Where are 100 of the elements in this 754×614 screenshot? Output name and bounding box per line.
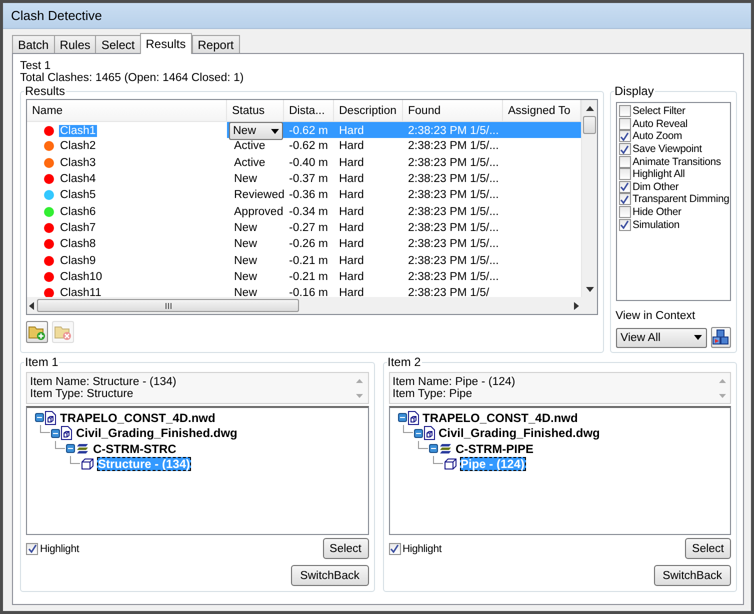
table-cell-text: -0.62 m (288, 140, 329, 152)
tab[interactable]: Select (95, 35, 141, 53)
view-button[interactable] (710, 327, 731, 348)
option-label: Dim Other (632, 180, 679, 193)
table-cell: Clash1 (59, 125, 97, 137)
tree-node[interactable]: Civil_Grading_Finished.dwg (75, 426, 238, 440)
tree-node[interactable]: C-STRM-PIPE (454, 442, 534, 456)
toolbar-button[interactable] (26, 321, 48, 343)
switchback-button[interactable]: SwitchBack (291, 565, 368, 586)
column-header[interactable]: Description (334, 100, 403, 121)
column-header[interactable]: Status (227, 100, 284, 121)
table-row[interactable]: Clash8 New -0.26 m Hard 2:38:23 PM 1/5/... (27, 236, 581, 252)
switchback-button[interactable]: SwitchBack (654, 565, 731, 586)
table-cell-text: 2:38:23 PM 1/5/... (407, 270, 500, 283)
column-header[interactable]: Assigned To (503, 100, 581, 121)
option-label: Transparent Dimming (632, 193, 730, 206)
scroll-thumb[interactable] (37, 299, 299, 312)
table-cell-text: New (233, 238, 258, 250)
vertical-scrollbar[interactable] (581, 100, 596, 297)
checkbox[interactable] (618, 218, 630, 231)
table-cell-text: Hard (338, 206, 365, 218)
collapse-toggle[interactable] (414, 428, 422, 438)
table-row[interactable]: Clash9 New -0.21 m Hard 2:38:23 PM 1/5/... (27, 252, 581, 269)
column-header[interactable]: Found (403, 100, 503, 121)
table-cell-text: Hard (338, 270, 365, 283)
table-cell-text: Hard (338, 238, 365, 250)
view-dropdown[interactable]: View All (616, 328, 707, 348)
tab[interactable]: Rules (54, 35, 96, 53)
table-row[interactable]: Clash6 Approved -0.34 m Hard 2:38:23 PM 1/5/... (27, 203, 581, 220)
checkbox[interactable] (618, 105, 630, 118)
collapse-toggle[interactable] (51, 428, 60, 438)
tree-node[interactable]: C-STRM-STRC (92, 442, 178, 456)
scroll-thumb[interactable] (583, 116, 596, 134)
checkbox[interactable] (388, 542, 400, 554)
table-cell-text: Hard (338, 222, 365, 234)
checkbox[interactable] (26, 542, 38, 554)
tab[interactable]: Batch (12, 35, 55, 53)
info-line: Item Name: Pipe - (124) (392, 376, 516, 388)
tree-line (402, 425, 412, 434)
cubes-icon (712, 329, 730, 346)
tree-node[interactable]: TRAPELO_CONST_4D.nwd (422, 410, 579, 425)
checkbox[interactable] (618, 130, 630, 142)
field-label: View in Context (616, 310, 696, 322)
option-label: Highlight All (632, 168, 685, 180)
table-row[interactable]: Clash3 Active -0.40 m Hard 2:38:23 PM 1/5/... (27, 154, 581, 171)
table-cell: Clash8 (59, 238, 97, 250)
table-row[interactable]: Clash1 New -0.62 m Hard 2:38:23 PM 1/5/... (27, 122, 581, 138)
table-cell-text: Hard (338, 287, 365, 297)
clash-summary: Total Clashes: 1465 (Open: 1464 Closed: 1) (20, 72, 245, 84)
column-header[interactable]: Dista... (284, 100, 334, 121)
column-header[interactable]: Name (27, 100, 227, 121)
select-button[interactable]: Select (322, 538, 368, 559)
status-dropdown[interactable]: New (229, 122, 283, 140)
table-cell-text: 2:38:23 PM 1/5/... (407, 254, 500, 267)
checkbox[interactable] (618, 193, 630, 206)
table-cell-text: 2:38:23 PM 1/5/... (407, 206, 500, 218)
table-cell: Clash7 (59, 222, 97, 234)
option-label: Simulation (632, 218, 680, 231)
table-cell-text: Reviewed (233, 189, 284, 202)
collapse-toggle[interactable] (398, 413, 406, 422)
collapse-toggle[interactable] (428, 444, 438, 454)
tree-line (55, 440, 65, 449)
checkbox[interactable] (618, 143, 630, 156)
checkbox[interactable] (618, 206, 630, 218)
table-row[interactable]: Clash4 New -0.37 m Hard 2:38:23 PM 1/5/... (27, 170, 581, 188)
table-cell: Clash4 (59, 173, 97, 186)
option-label: Auto Reveal (632, 118, 688, 130)
tree-line (40, 425, 50, 434)
collapse-toggle[interactable] (35, 413, 44, 422)
tab[interactable]: Results (140, 33, 192, 54)
table-cell-text: -0.21 m (288, 270, 329, 283)
table-cell-text: New (233, 254, 258, 267)
table-cell-text: -0.34 m (288, 206, 329, 218)
layers-icon (438, 442, 452, 455)
scroll-right-icon[interactable] (574, 302, 579, 310)
table-cell-text: -0.16 m (288, 287, 329, 297)
scroll-down-icon[interactable] (586, 287, 594, 292)
table-row[interactable]: Clash7 New -0.27 m Hard 2:38:23 PM 1/5/... (27, 220, 581, 236)
table-row[interactable]: Clash5 Reviewed -0.36 m Hard 2:38:23 PM 1/5/... (27, 187, 581, 204)
scroll-up-icon[interactable] (586, 106, 594, 111)
info-line: Item Name: Structure - (134) (30, 376, 178, 388)
scroll-left-icon[interactable] (29, 302, 34, 310)
select-button[interactable]: Select (685, 538, 731, 559)
tree-node[interactable]: Civil_Grading_Finished.dwg (438, 426, 601, 440)
option-label: Select Filter (632, 105, 686, 118)
table-cell-text: 2:38:23 PM 1/5/... (407, 140, 500, 152)
tab[interactable]: Report (192, 35, 240, 53)
table-cell-text: Hard (338, 156, 365, 169)
table-row[interactable]: Clash10 New -0.21 m Hard 2:38:23 PM 1/5/... (27, 268, 581, 285)
collapse-toggle[interactable] (66, 444, 75, 454)
horizontal-scrollbar[interactable] (27, 297, 581, 314)
checkbox[interactable] (618, 168, 630, 180)
info-line: Item Type: Structure (30, 388, 134, 400)
checkbox[interactable] (618, 156, 630, 168)
checkbox[interactable] (618, 118, 630, 130)
document-icon (45, 410, 56, 425)
table-row[interactable]: Clash2 Active -0.62 m Hard 2:38:23 PM 1/5/... (27, 138, 581, 155)
checkbox[interactable] (618, 180, 630, 193)
tree-node[interactable]: TRAPELO_CONST_4D.nwd (59, 410, 216, 425)
table-cell-text: Hard (338, 140, 365, 152)
